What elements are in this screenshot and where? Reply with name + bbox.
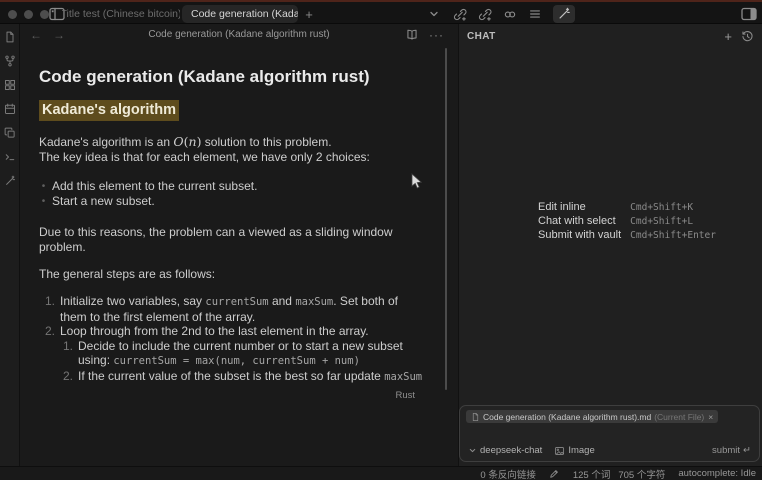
list-item: •Add this element to the current subset.	[39, 179, 423, 194]
chat-history-icon[interactable]	[741, 30, 754, 43]
model-selector[interactable]: deepseek-chat	[468, 445, 542, 456]
backlinks-count[interactable]: 0 条反向链接	[480, 467, 535, 480]
word-count: 125 个词	[573, 467, 611, 480]
more-options-icon[interactable]: ···	[429, 28, 444, 42]
note-title-breadcrumb: Code generation (Kadane algorithm rust)	[20, 29, 458, 40]
edit-mode-pencil-icon[interactable]	[549, 468, 560, 479]
math-n: n	[189, 134, 197, 149]
templates-copy-icon[interactable]	[4, 127, 16, 139]
chip-close-icon[interactable]: ×	[708, 412, 713, 422]
code-span: currentSum = max(num, currentSum + num)	[113, 355, 360, 367]
code-span: currentSum	[205, 296, 268, 308]
editor-scrollbar[interactable]	[445, 48, 447, 390]
list-icon[interactable]	[528, 7, 542, 21]
char-count: 705 个字符	[618, 467, 665, 480]
chat-input-box[interactable]: Code generation (Kadane algorithm rust).…	[459, 405, 760, 462]
wand-active-icon[interactable]	[553, 5, 575, 23]
tab-label: Title test (Chinese bitcoin)	[62, 8, 180, 20]
bullet-list: •Add this element to the current subset.…	[39, 179, 423, 209]
minimize-window-button[interactable]	[24, 10, 33, 19]
list-item: 1. Initialize two variables, say current…	[39, 294, 423, 324]
shortcut-label: Edit inline	[538, 201, 621, 213]
list-item: 1. Decide to include the current number …	[57, 339, 423, 369]
list-item: 2. Loop through from the 2nd to the last…	[39, 324, 423, 339]
math-O: O	[173, 134, 183, 149]
chip-filename: Code generation (Kadane algorithm rust).…	[483, 412, 651, 422]
shortcut-keys: Cmd+Shift+Enter	[630, 230, 716, 241]
paragraph-3: The general steps are as follows:	[39, 267, 423, 282]
autocomplete-status[interactable]: autocomplete: Idle	[678, 468, 756, 479]
editor-header: ← → Code generation (Kadane algorithm ru…	[20, 24, 458, 45]
traffic-lights	[8, 10, 49, 19]
model-name: deepseek-chat	[480, 445, 542, 456]
titlebar: Title test (Chinese bitcoin) Code genera…	[0, 2, 762, 24]
code-span: maxSum	[384, 371, 422, 383]
chip-current-file-badge: (Current File)	[654, 412, 704, 422]
canvas-grid-icon[interactable]	[4, 79, 16, 91]
list-item: •Start a new subset.	[39, 194, 423, 209]
tab-title-test[interactable]: Title test (Chinese bitcoin)	[62, 5, 180, 23]
context-file-chip[interactable]: Code generation (Kadane algorithm rust).…	[466, 410, 718, 423]
file-icon	[471, 412, 480, 422]
paragraph-2: Due to this reasons, the problem can a v…	[39, 225, 423, 255]
note-content[interactable]: Code generation (Kadane algorithm rust) …	[39, 60, 423, 385]
code-block-language-label: Rust	[395, 390, 415, 401]
close-window-button[interactable]	[8, 10, 17, 19]
note-h2-highlighted: Kadane's algorithm	[39, 100, 179, 121]
chat-header: CHAT +	[459, 24, 762, 48]
status-bar: 0 条反向链接 125 个词 705 个字符 autocomplete: Idl…	[0, 466, 762, 480]
reading-view-book-icon[interactable]	[405, 28, 419, 41]
graph-view-icon[interactable]	[4, 55, 16, 67]
left-ribbon	[0, 24, 20, 466]
wand-icon[interactable]	[4, 175, 16, 187]
shortcut-label: Submit with vault	[538, 229, 621, 241]
submit-button[interactable]: submit ↵	[712, 445, 751, 456]
chat-shortcut-hints: Edit inline Cmd+Shift+K Chat with select C…	[538, 201, 716, 241]
return-key-icon: ↵	[743, 445, 751, 456]
image-attach-button[interactable]: Image	[554, 445, 594, 456]
add-link-to-note-icon[interactable]	[478, 7, 492, 21]
note-h1: Code generation (Kadane algorithm rust)	[39, 66, 423, 87]
chat-panel: CHAT + Edit inline Cmd+Shift+K Chat with …	[458, 24, 762, 466]
editor-pane: ← → Code generation (Kadane algorithm ru…	[20, 24, 458, 466]
terminal-icon[interactable]	[4, 151, 16, 163]
word-char-counts: 125 个词 705 个字符	[573, 467, 666, 480]
tab-code-generation[interactable]: Code generation (Kadan... ×	[182, 5, 298, 23]
ordered-list: 1. Initialize two variables, say current…	[39, 294, 423, 385]
titlebar-toolbar	[453, 5, 575, 23]
daily-note-calendar-icon[interactable]	[4, 103, 16, 115]
chat-input-toolbar: deepseek-chat Image submit ↵	[468, 445, 751, 456]
tab-list-chevron-icon[interactable]	[427, 7, 441, 21]
list-item: 2. If the current value of the subset is…	[57, 369, 423, 385]
links-icon[interactable]	[503, 7, 517, 21]
new-chat-icon[interactable]: +	[724, 30, 732, 43]
main-area: ← → Code generation (Kadane algorithm ru…	[0, 24, 762, 466]
shortcut-keys: Cmd+Shift+K	[630, 202, 716, 213]
add-link-icon[interactable]	[453, 7, 467, 21]
new-tab-button[interactable]: +	[301, 5, 317, 23]
toggle-right-sidebar-icon[interactable]	[740, 6, 758, 21]
shortcut-label: Chat with select	[538, 215, 621, 227]
quick-switcher-file-icon[interactable]	[4, 31, 16, 43]
paragraph-1: Kadane's algorithm is an O(n) solution t…	[39, 134, 423, 165]
chevron-down-icon	[468, 446, 477, 455]
app-window: Title test (Chinese bitcoin) Code genera…	[0, 0, 762, 480]
shortcut-keys: Cmd+Shift+L	[630, 216, 716, 227]
code-span: maxSum	[295, 296, 333, 308]
tab-label: Code generation (Kadan...	[191, 8, 298, 20]
image-icon	[554, 446, 565, 456]
chat-title: CHAT	[467, 31, 496, 42]
